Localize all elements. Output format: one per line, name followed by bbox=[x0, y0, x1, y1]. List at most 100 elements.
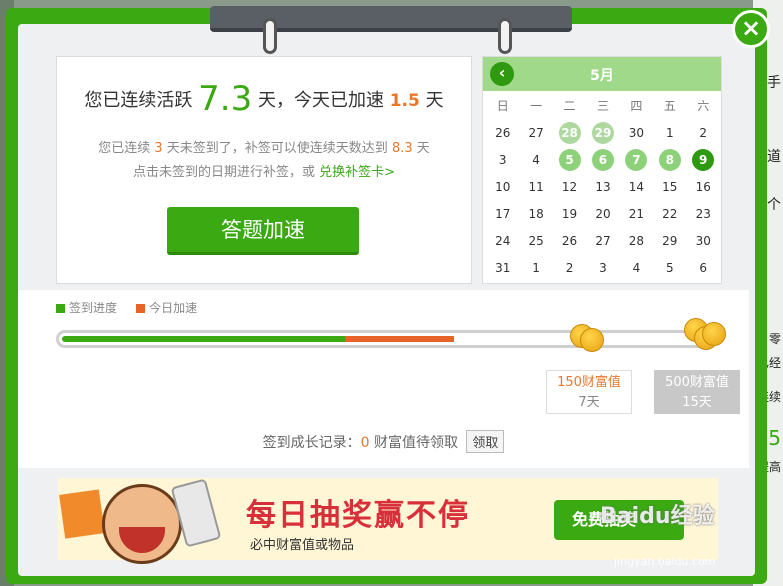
progress-signed-fill bbox=[62, 336, 345, 342]
calendar-day[interactable]: 4 bbox=[620, 255, 653, 282]
calendar-day-number: 29 bbox=[591, 122, 614, 144]
calendar-day[interactable]: 28 bbox=[620, 228, 653, 255]
calendar-day[interactable]: 30 bbox=[620, 120, 653, 147]
calendar-day-number: 1 bbox=[532, 261, 540, 275]
calendar-day[interactable]: 21 bbox=[620, 201, 653, 228]
calendar-day[interactable]: 29 bbox=[653, 228, 686, 255]
coin-stack-icon bbox=[682, 316, 726, 350]
calendar-day[interactable]: 15 bbox=[653, 174, 686, 201]
calendar-day[interactable]: 26 bbox=[553, 228, 586, 255]
makeup-info: 您已连续 3 天未签到了，补签可以使连续天数达到 8.3 天 点击未签到的日期进… bbox=[57, 137, 471, 185]
calendar-weekday-row: 日一二三四五六 bbox=[486, 93, 720, 120]
calendar-day[interactable]: 3 bbox=[586, 255, 619, 282]
calendar-day[interactable]: 26 bbox=[486, 120, 519, 147]
calendar-day-number: 23 bbox=[695, 207, 711, 221]
calendar-day[interactable]: 25 bbox=[519, 228, 552, 255]
progress-legend: 签到进度 今日加速 bbox=[56, 299, 197, 316]
target-days: 8.3 bbox=[391, 141, 413, 156]
calendar-day[interactable]: 12 bbox=[553, 174, 586, 201]
calendar-day[interactable]: 3 bbox=[486, 147, 519, 174]
exchange-card-link[interactable]: 兑换补签卡> bbox=[319, 165, 395, 180]
calendar-day[interactable]: 5 bbox=[653, 255, 686, 282]
progress-section: 签到进度 今日加速 150财富值 7天 500财富值 15天 签到成长记录：0 … bbox=[18, 290, 749, 468]
calendar-header: ‹ 5月 bbox=[483, 57, 721, 91]
speedup-button[interactable]: 答题加速 bbox=[167, 207, 359, 255]
calendar-day[interactable]: 16 bbox=[687, 174, 720, 201]
weekday-label: 三 bbox=[596, 99, 609, 113]
calendar-day[interactable]: 17 bbox=[486, 201, 519, 228]
cartoon-face-icon bbox=[102, 484, 182, 564]
calendar-week-row: 31 1 2 3 4 5 6 bbox=[486, 255, 720, 282]
calendar-day[interactable]: 24 bbox=[486, 228, 519, 255]
unsigned-days: 3 bbox=[154, 141, 163, 156]
calendar-day-number: 4 bbox=[532, 153, 540, 167]
calendar-day-number: 21 bbox=[628, 207, 645, 221]
calendar-day[interactable]: 27 bbox=[586, 228, 619, 255]
calendar-day[interactable]: 29 bbox=[586, 120, 619, 147]
calendar-day-number: 7 bbox=[625, 149, 648, 171]
calendar-day-number: 8 bbox=[658, 149, 681, 171]
calendar-day-number: 19 bbox=[561, 207, 578, 221]
weekday-label: 四 bbox=[630, 99, 643, 113]
calendar-day-number: 28 bbox=[628, 234, 645, 248]
calendar-day[interactable]: 5 bbox=[553, 147, 586, 174]
claim-button[interactable]: 领取 bbox=[466, 430, 505, 453]
coin-icon bbox=[570, 320, 610, 354]
calendar-day[interactable]: 8 bbox=[653, 147, 686, 174]
calendar-week-row: 26 27 28 29 30 1 2 bbox=[486, 120, 720, 147]
calendar-day[interactable]: 6 bbox=[586, 147, 619, 174]
watermark-url: jingyan.baidu.com bbox=[614, 555, 716, 568]
active-mid: 天，今天已加速 bbox=[257, 90, 384, 111]
calendar-day[interactable]: 20 bbox=[586, 201, 619, 228]
calendar-day-number: 10 bbox=[495, 180, 511, 194]
legend-swatch-today bbox=[136, 304, 146, 313]
record-suffix: 财富值待领取 bbox=[373, 435, 458, 451]
makeup-hint: 点击未签到的日期进行补签，或 bbox=[132, 165, 315, 180]
calendar-day-number: 29 bbox=[662, 234, 678, 248]
calendar-day[interactable]: 6 bbox=[687, 255, 720, 282]
calendar-day-number: 9 bbox=[692, 149, 715, 171]
calendar-day-number: 5 bbox=[558, 149, 581, 171]
calendar-day-number: 6 bbox=[591, 149, 614, 171]
calendar-day[interactable]: 11 bbox=[519, 174, 552, 201]
calendar-day[interactable]: 1 bbox=[653, 120, 686, 147]
calendar-day-number: 11 bbox=[528, 180, 544, 194]
calendar-day[interactable]: 28 bbox=[553, 120, 586, 147]
calendar-day[interactable]: 18 bbox=[519, 201, 552, 228]
unsigned-suffix: 天 bbox=[416, 141, 430, 156]
calendar-day[interactable]: 22 bbox=[653, 201, 686, 228]
close-icon[interactable]: × bbox=[732, 10, 770, 48]
reward-500: 500财富值 15天 bbox=[654, 370, 740, 414]
weekday-label: 五 bbox=[663, 99, 676, 113]
calendar-day[interactable]: 14 bbox=[620, 174, 653, 201]
calendar-day[interactable]: 19 bbox=[553, 201, 586, 228]
calendar-day[interactable]: 4 bbox=[519, 147, 552, 174]
calendar-week-row: 3 4 56789 bbox=[486, 147, 720, 174]
calendar-day-number: 30 bbox=[628, 126, 645, 140]
calendar-week-row: 10 11 12 13 14 15 16 bbox=[486, 174, 720, 201]
calendar-day[interactable]: 23 bbox=[687, 201, 720, 228]
calendar-month: 5月 bbox=[590, 68, 614, 84]
calendar-day[interactable]: 31 bbox=[486, 255, 519, 282]
calendar-day[interactable]: 13 bbox=[586, 174, 619, 201]
banner-subtitle: 必中财富值或物品 bbox=[250, 538, 355, 553]
calendar-day[interactable]: 30 bbox=[687, 228, 720, 255]
unsigned-mid: 天未签到了，补签可以使连续天数达到 bbox=[166, 141, 388, 156]
weekday-label: 二 bbox=[563, 99, 576, 113]
calendar-day[interactable]: 7 bbox=[620, 147, 653, 174]
record-count: 0 bbox=[360, 435, 370, 451]
calendar-day[interactable]: 9 bbox=[687, 147, 720, 174]
calendar-day[interactable]: 1 bbox=[519, 255, 552, 282]
calendar-week-row: 17 18 19 20 21 22 23 bbox=[486, 201, 720, 228]
calendar-day[interactable]: 2 bbox=[553, 255, 586, 282]
calendar-day[interactable]: 10 bbox=[486, 174, 519, 201]
banner-title: 每日抽奖赢不停 bbox=[246, 498, 470, 533]
record-label: 签到成长记录： bbox=[262, 435, 361, 451]
calendar-day[interactable]: 2 bbox=[687, 120, 720, 147]
progress-today-fill bbox=[345, 336, 454, 342]
active-days-line: 您已连续活跃 7.3 天，今天已加速 1.5 天 bbox=[57, 79, 471, 119]
calendar-day[interactable]: 27 bbox=[519, 120, 552, 147]
calendar-day-number: 22 bbox=[662, 207, 678, 221]
reward-value: 150财富值 bbox=[557, 375, 621, 390]
reward-days: 15天 bbox=[682, 395, 712, 410]
